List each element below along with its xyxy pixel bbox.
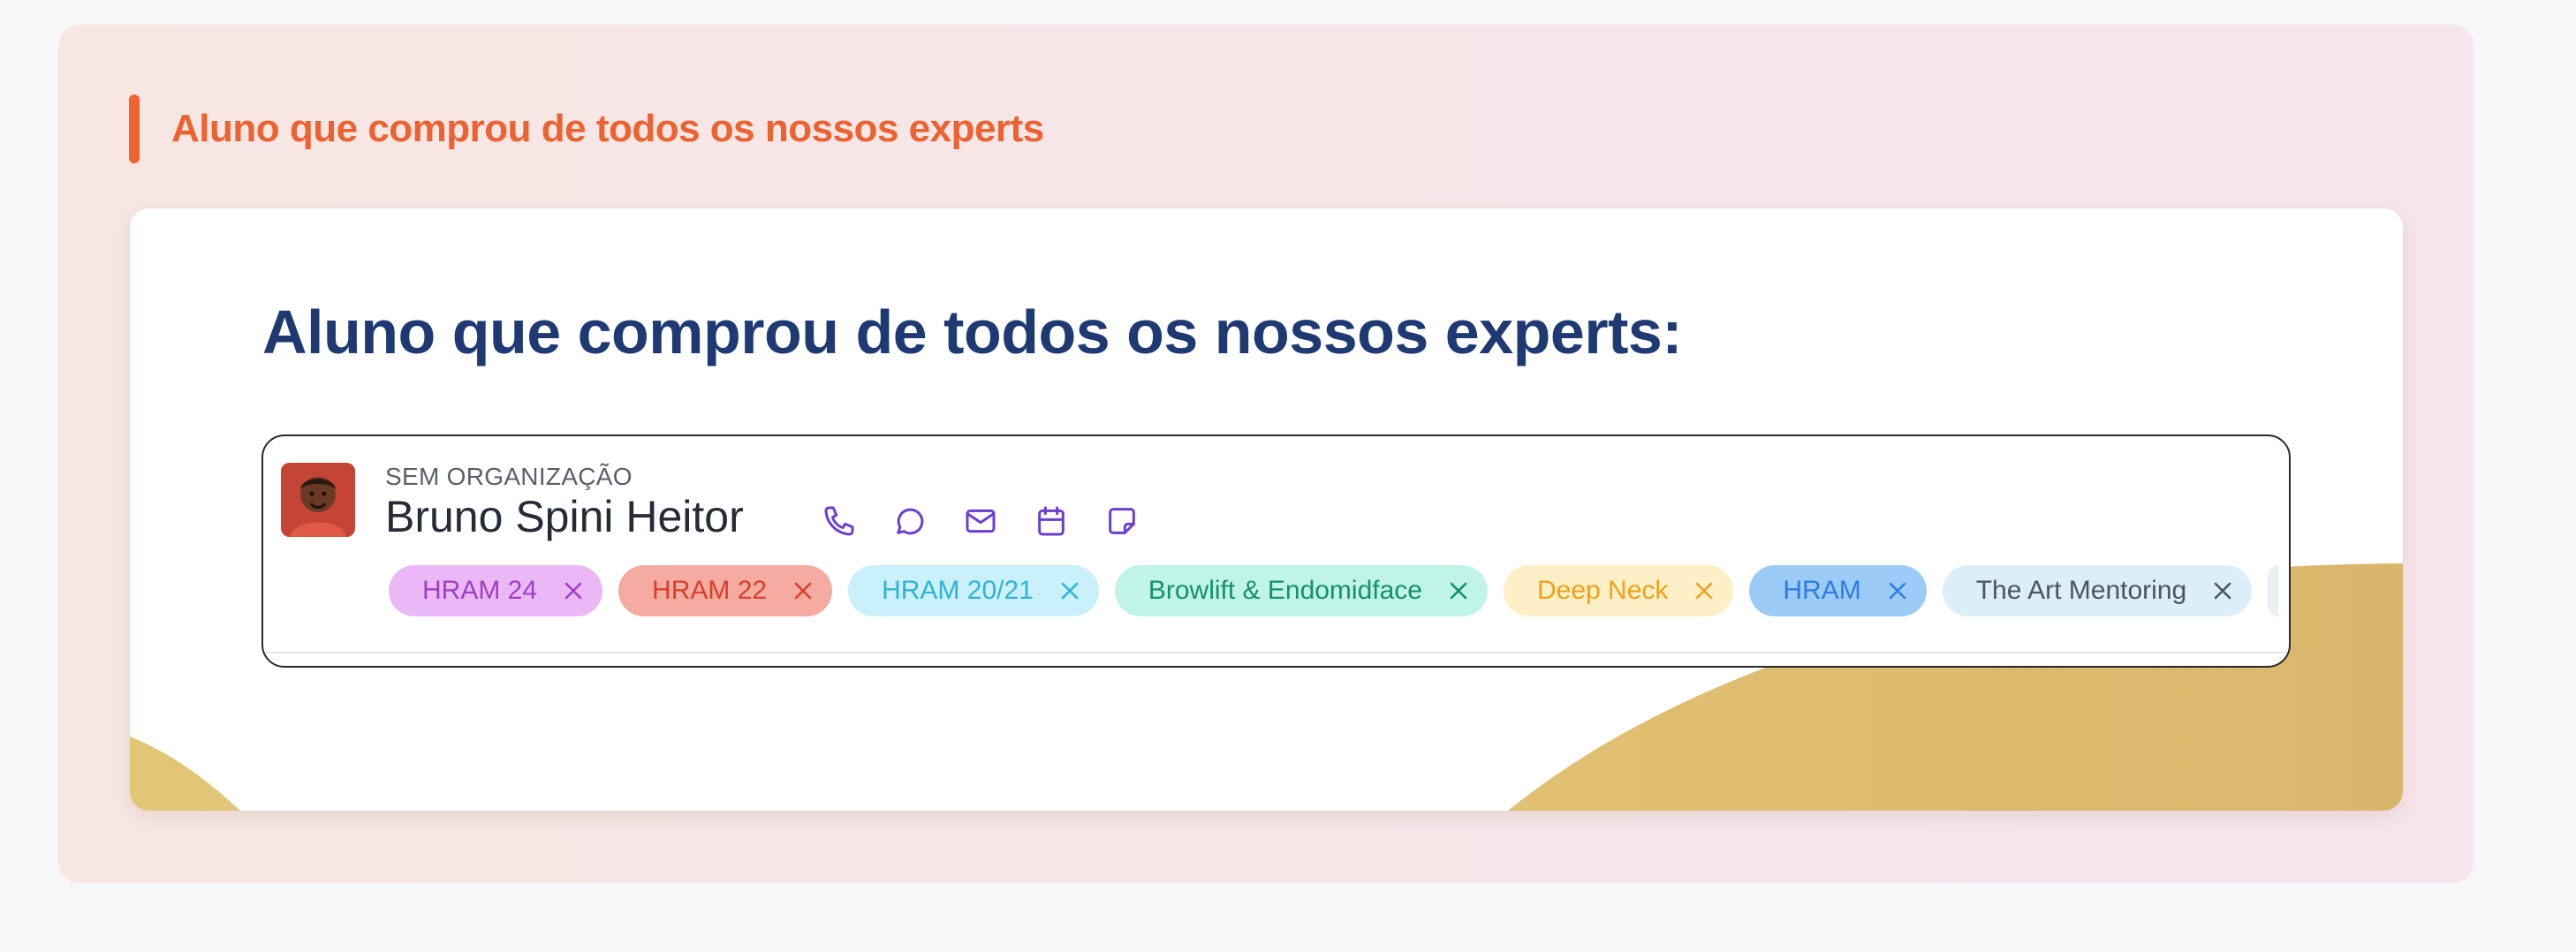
- accent-bar: [129, 94, 140, 163]
- tag-label: HRAM 20/21: [882, 576, 1034, 605]
- tag-chip[interactable]: HRAM 22: [618, 565, 833, 616]
- tag-chip[interactable]: HRAM 24: [389, 565, 603, 616]
- tag-chip[interactable]: HRAM 20/21: [848, 565, 1099, 616]
- calendar-icon[interactable]: [1034, 503, 1069, 539]
- remove-tag-icon[interactable]: [1449, 581, 1468, 601]
- mail-icon[interactable]: [963, 503, 998, 539]
- tag-label: Deep Neck: [1536, 576, 1669, 605]
- tag-label: The Art Mentoring: [1975, 576, 2187, 605]
- remove-tag-icon[interactable]: [564, 581, 583, 601]
- remove-tag-icon[interactable]: [793, 581, 813, 601]
- remove-tag-icon[interactable]: [1060, 581, 1080, 601]
- avatar[interactable]: [281, 463, 355, 537]
- phone-icon[interactable]: [822, 503, 857, 539]
- tag-chip[interactable]: Deep Neck: [1503, 565, 1734, 616]
- tag-label: HRAM 22: [652, 576, 768, 605]
- tag-chip[interactable]: Browlift & Endomidface: [1114, 565, 1488, 616]
- contact-card[interactable]: SEM ORGANIZAÇÃO Bruno Spini Heitor HRAM …: [261, 434, 2291, 668]
- tag-chip[interactable]: The Art Mentoring: [1942, 565, 2253, 616]
- section-title: Aluno que comprou de todos os nossos exp…: [171, 107, 1044, 150]
- chat-icon[interactable]: [892, 503, 928, 539]
- tag-label: HRAM: [1783, 576, 1861, 605]
- tag-chip[interactable]: HRAM: [1749, 565, 1927, 616]
- note-icon[interactable]: [1104, 503, 1140, 539]
- organization-label: SEM ORGANIZAÇÃO: [385, 463, 633, 490]
- featured-student-panel: Aluno que comprou de todos os nossos exp…: [58, 25, 2474, 883]
- tag-list: HRAM 24 HRAM 22 HRAM 20/21 Browlift & En…: [389, 565, 2279, 616]
- remove-tag-icon[interactable]: [1888, 581, 1907, 601]
- remove-tag-icon[interactable]: [2213, 581, 2232, 601]
- screenshot-card: Aluno que comprou de todos os nossos exp…: [130, 208, 2403, 811]
- section-header: Aluno que comprou de todos os nossos exp…: [129, 94, 1044, 163]
- remove-tag-icon[interactable]: [1694, 581, 1714, 601]
- tag-label: Browlift & Endomidface: [1148, 576, 1422, 605]
- tag-overflow-stub[interactable]: [2268, 565, 2279, 616]
- card-heading: Aluno que comprou de todos os nossos exp…: [262, 298, 1683, 366]
- contact-actions: [822, 503, 1140, 539]
- divider: [263, 652, 2289, 654]
- contact-name[interactable]: Bruno Spini Heitor: [385, 491, 744, 542]
- tag-label: HRAM 24: [422, 576, 538, 605]
